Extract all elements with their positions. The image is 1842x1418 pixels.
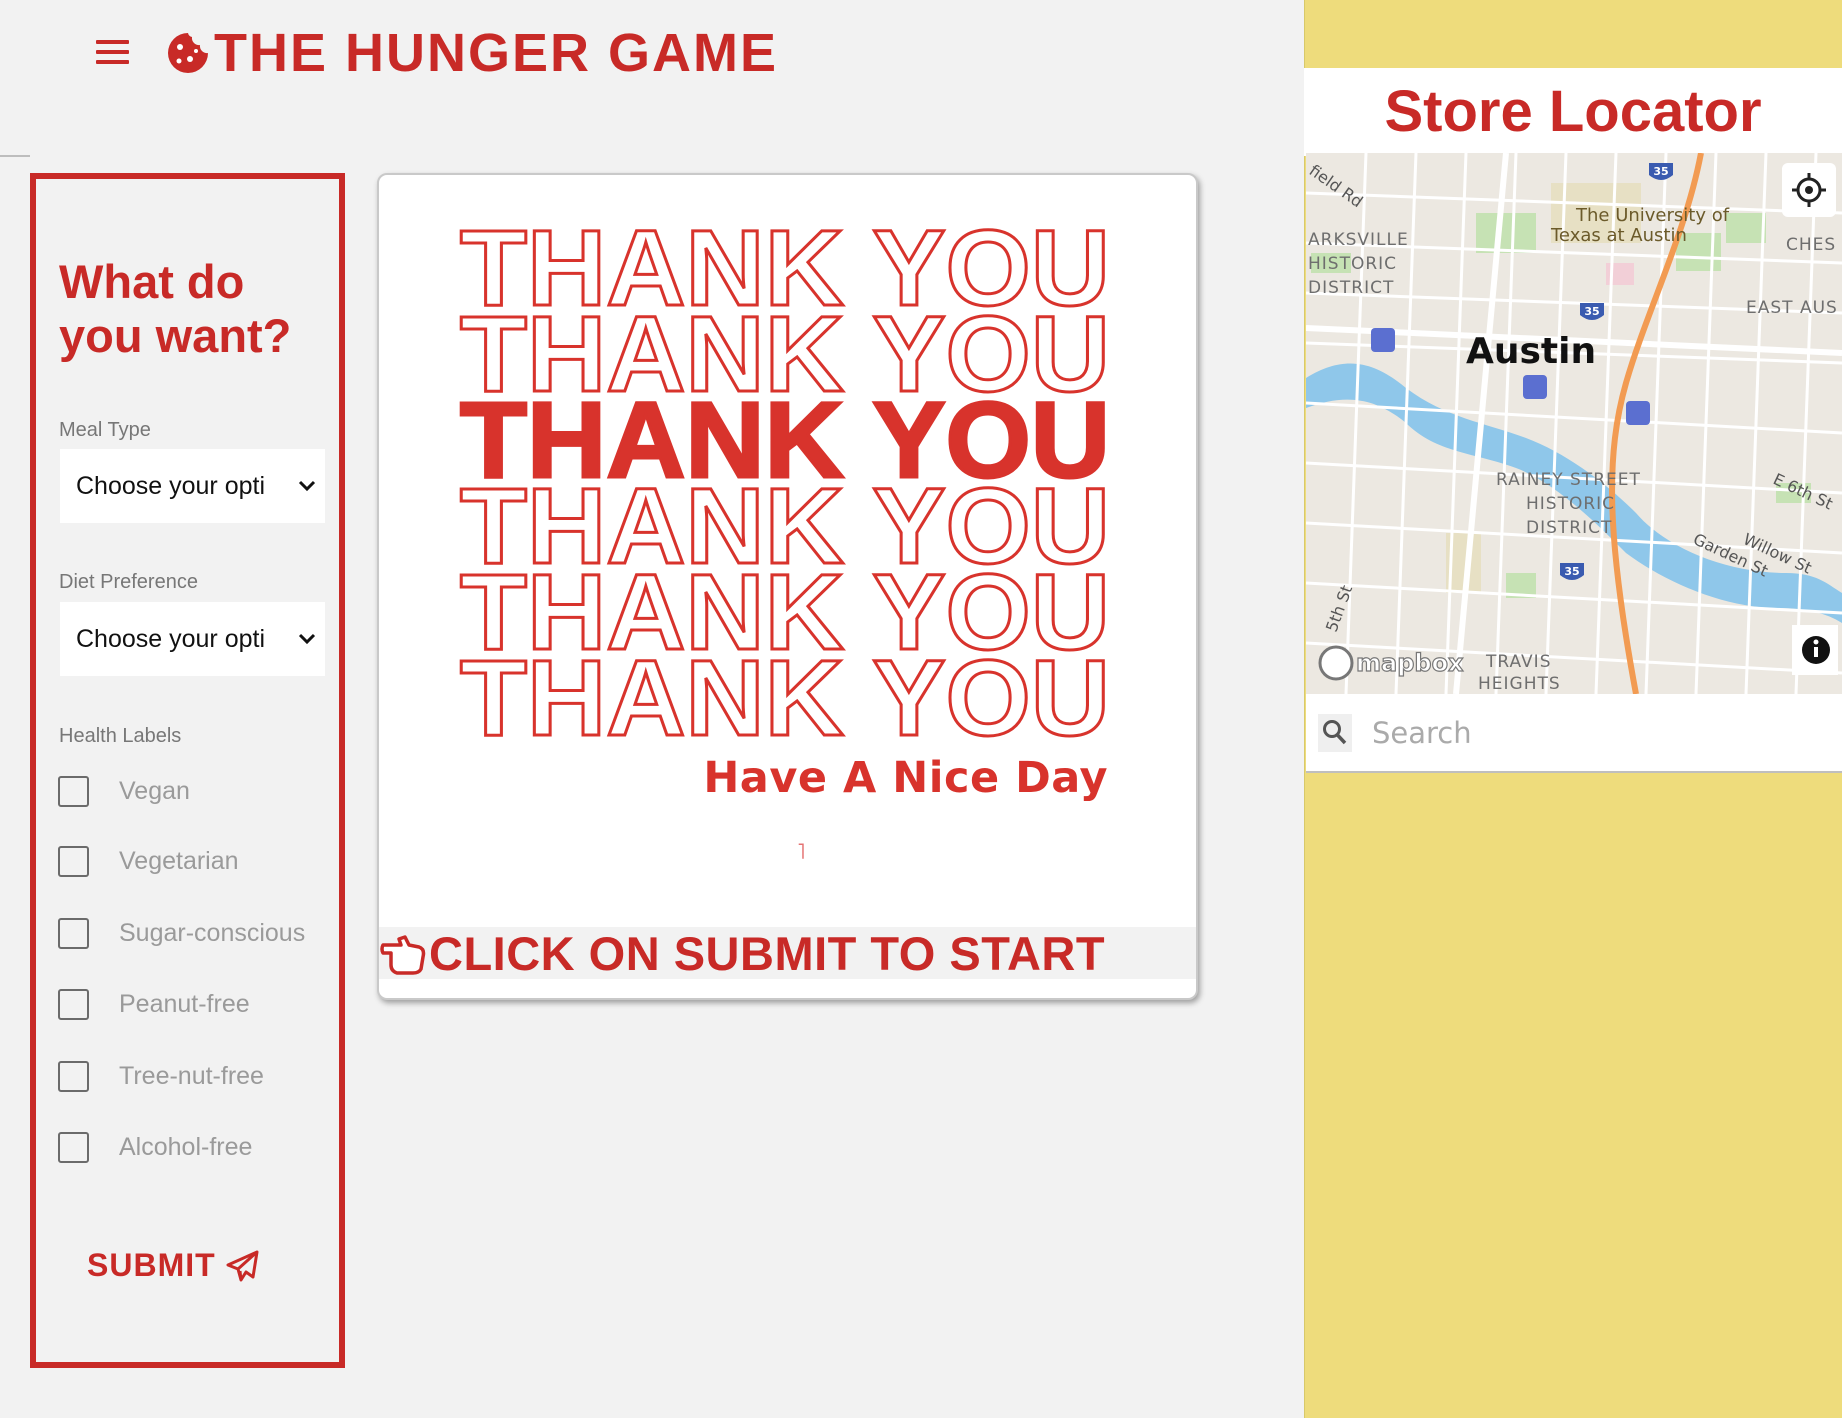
diet-preference-select[interactable]: Choose your opti [60, 602, 325, 676]
checkbox[interactable] [58, 1132, 89, 1163]
checkbox-label: Vegetarian [119, 847, 239, 875]
checkbox[interactable] [58, 776, 89, 807]
panel-divider [1304, 0, 1305, 1418]
map-label-city: Austin [1466, 331, 1596, 372]
map-label-district-1c: DISTRICT [1308, 278, 1394, 298]
store-map[interactable]: The University of Texas at Austin Austin… [1306, 153, 1842, 694]
map-label-east: EAST AUS [1746, 298, 1838, 318]
map-label-university: The University of [1575, 205, 1730, 226]
header-divider [0, 155, 30, 157]
checkbox[interactable] [58, 989, 89, 1020]
store-locator-header: Store Locator [1304, 68, 1842, 156]
tick-mark: ˥ [797, 839, 806, 864]
map-search-bar[interactable]: Search [1306, 694, 1842, 773]
main-area: THE HUNGER GAME What do you want? Meal T… [0, 0, 1304, 1418]
checkbox[interactable] [58, 918, 89, 949]
interstate-shield-icon: 35 [1580, 303, 1604, 320]
geolocate-button[interactable] [1782, 163, 1836, 217]
thank-you-line: THANK YOU [460, 637, 1110, 739]
map-canvas[interactable]: The University of Texas at Austin Austin… [1306, 153, 1842, 694]
health-option-alcohol-free[interactable]: Alcohol-free [58, 1132, 252, 1163]
checkbox-label: Vegan [119, 777, 190, 805]
brand-title: THE HUNGER GAME [214, 23, 779, 83]
health-option-vegan[interactable]: Vegan [58, 776, 190, 807]
mapbox-text: mapbox [1356, 649, 1464, 677]
transit-marker-icon[interactable] [1626, 401, 1650, 425]
banner-text: CLICK ON SUBMIT TO START [429, 926, 1106, 980]
start-banner: CLICK ON SUBMIT TO START [379, 926, 1196, 980]
checkbox-label: Alcohol-free [119, 1133, 253, 1161]
form-question: What do you want? [59, 255, 292, 362]
paper-plane-icon [226, 1250, 259, 1281]
checkbox-label: Tree-nut-free [119, 1062, 264, 1090]
map-label-university-2: Texas at Austin [1550, 225, 1687, 246]
health-option-peanut-free[interactable]: Peanut-free [58, 989, 250, 1020]
checkbox-label: Peanut-free [119, 990, 250, 1018]
checkbox[interactable] [58, 846, 89, 877]
svg-text:35: 35 [1584, 305, 1599, 318]
map-label-travis: TRAVIS [1485, 652, 1551, 672]
mapbox-logo: mapbox [1318, 645, 1465, 681]
interstate-shield-icon: 35 [1560, 563, 1584, 580]
search-form-panel: What do you want? Meal Type Choose your … [30, 173, 345, 1368]
checkbox-label: Sugar-conscious [119, 919, 306, 947]
map-info-icon[interactable] [1792, 625, 1838, 675]
map-label-district-2c: DISTRICT [1526, 518, 1612, 538]
map-label-heights: HEIGHTS [1478, 674, 1561, 694]
hamburger-menu-icon[interactable] [96, 40, 132, 64]
svg-text:35: 35 [1564, 565, 1579, 578]
map-label-district-2b: HISTORIC [1526, 494, 1615, 514]
submit-button[interactable]: SUBMIT [87, 1247, 260, 1284]
diet-preference-label: Diet Preference [59, 571, 198, 593]
map-label-ches: CHES [1786, 235, 1836, 255]
map-label-district-1: ARKSVILLE [1308, 230, 1409, 250]
brand[interactable]: THE HUNGER GAME [166, 22, 778, 84]
transit-marker-icon[interactable] [1371, 328, 1395, 352]
transit-marker-icon[interactable] [1523, 375, 1547, 399]
map-label-district-1b: HISTORIC [1308, 254, 1397, 274]
chevron-down-icon [298, 480, 316, 492]
chevron-down-icon [298, 633, 316, 645]
health-option-tree-nut-free[interactable]: Tree-nut-free [58, 1061, 264, 1092]
health-labels-label: Health Labels [59, 725, 182, 747]
cookie-icon [168, 33, 208, 73]
meal-type-label: Meal Type [59, 419, 151, 441]
meal-type-value: Choose your opti [76, 471, 266, 500]
diet-preference-value: Choose your opti [76, 624, 266, 653]
result-card: THANK YOU THANK YOU THANK YOU THANK YOU … [377, 173, 1198, 1000]
health-option-vegetarian[interactable]: Vegetarian [58, 846, 239, 877]
submit-label: SUBMIT [87, 1247, 216, 1283]
store-locator-title: Store Locator [1384, 79, 1762, 144]
map-search-input[interactable]: Search [1372, 716, 1472, 750]
health-option-sugar-conscious[interactable]: Sugar-conscious [58, 918, 305, 949]
nice-day-text: Have A Nice Day [703, 753, 1108, 803]
interstate-shield-icon: 35 [1649, 163, 1673, 180]
meal-type-select[interactable]: Choose your opti [60, 449, 325, 523]
svg-text:35: 35 [1653, 165, 1668, 178]
map-label-district-2: RAINEY STREET [1496, 470, 1641, 490]
checkbox[interactable] [58, 1061, 89, 1092]
search-icon [1318, 713, 1352, 752]
thank-you-graphic: THANK YOU THANK YOU THANK YOU THANK YOU … [459, 209, 1112, 739]
pointing-hand-icon [380, 935, 426, 975]
